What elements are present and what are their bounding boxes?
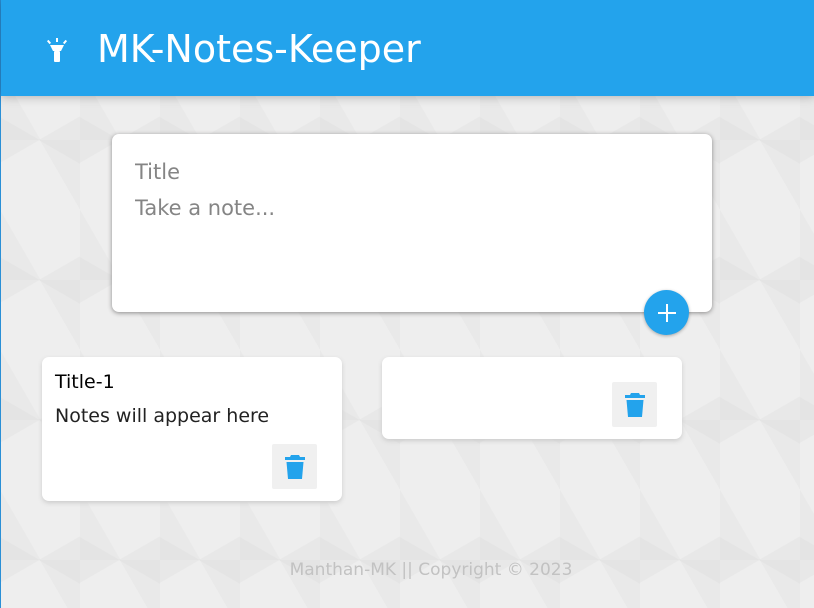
footer-copyright: Manthan-MK || Copyright © 2023 bbox=[289, 560, 573, 580]
trash-icon bbox=[284, 454, 305, 479]
add-note-button[interactable] bbox=[644, 290, 689, 335]
note-card bbox=[382, 357, 682, 439]
app-header: MK-Notes-Keeper bbox=[1, 0, 814, 96]
note-title: Title-1 bbox=[55, 371, 115, 393]
app-title: MK-Notes-Keeper bbox=[97, 27, 421, 71]
note-content-input[interactable] bbox=[135, 196, 675, 276]
delete-note-button[interactable] bbox=[612, 382, 657, 427]
trash-icon bbox=[624, 392, 645, 417]
delete-note-button[interactable] bbox=[272, 444, 317, 489]
flashlight-icon bbox=[45, 38, 69, 64]
note-card: Title-1 Notes will appear here bbox=[42, 357, 342, 501]
note-title-input[interactable] bbox=[135, 158, 675, 186]
plus-icon bbox=[657, 303, 676, 322]
create-note-form bbox=[112, 134, 712, 312]
note-content: Notes will appear here bbox=[55, 405, 270, 427]
